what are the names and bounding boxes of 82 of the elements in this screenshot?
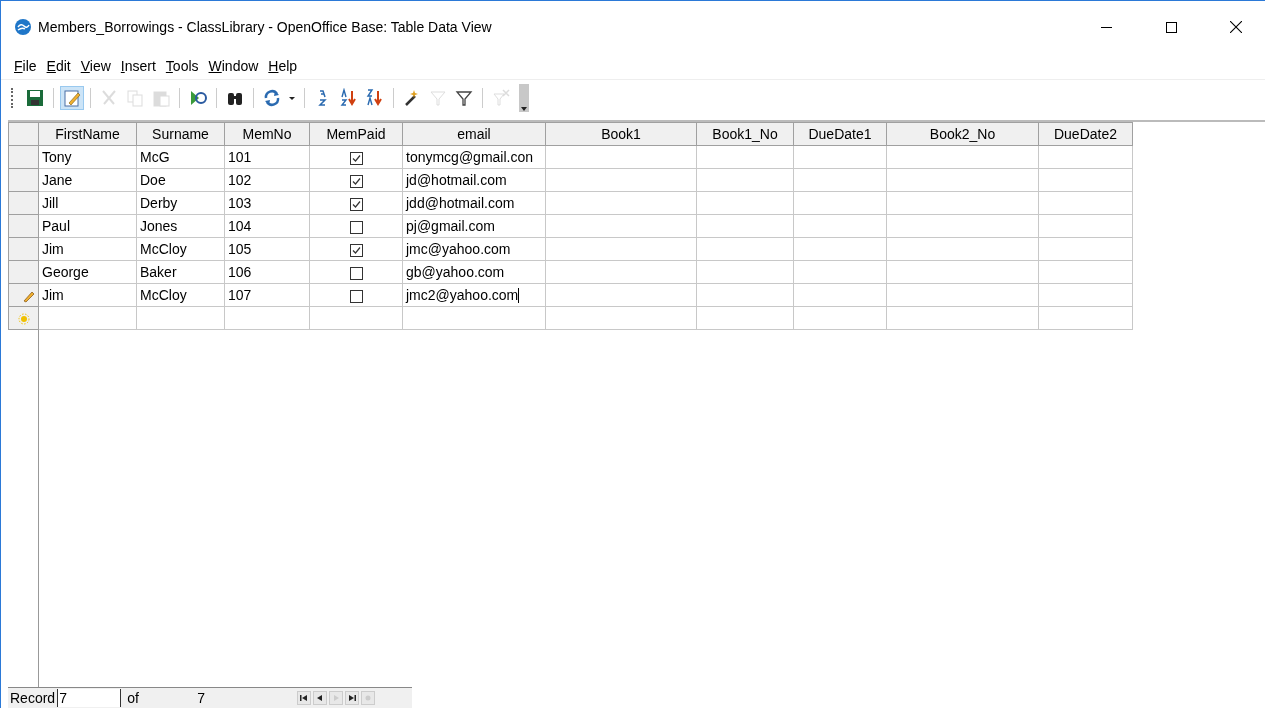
table-cell: 101 (224, 145, 310, 169)
play-arrow-icon (188, 88, 208, 108)
table-cell: jmc@yahoo.com (402, 237, 546, 261)
toolbar-overflow-button[interactable] (519, 84, 529, 112)
filter-icon (454, 88, 474, 108)
table-cell: jmc2@yahoo.com (402, 283, 546, 307)
table-cell: 103 (224, 191, 310, 215)
sort-descending-icon (365, 88, 385, 108)
nav-button[interactable] (313, 691, 328, 705)
clipboard-icon (151, 88, 171, 108)
column-header[interactable]: Book2_No (886, 122, 1039, 146)
table-cell: McCloy (136, 283, 225, 307)
checkbox[interactable] (349, 151, 363, 165)
checkbox[interactable] (349, 197, 363, 211)
table-cell: 107 (224, 283, 310, 307)
caret-icon (520, 106, 528, 112)
table-cell: McCloy (136, 237, 225, 261)
table-cell: 104 (224, 214, 310, 238)
table-cell: Paul (38, 214, 137, 238)
column-header[interactable]: DueDate1 (793, 122, 887, 146)
menu-item[interactable]: Insert (115, 58, 161, 74)
corner-header (8, 122, 39, 146)
caret-icon (289, 96, 295, 100)
table-cell: George (38, 260, 137, 284)
sun-icon (18, 313, 30, 326)
table-cell: Derby (136, 191, 225, 215)
table-cell: McG (136, 145, 225, 169)
column-header[interactable]: FirstName (38, 122, 137, 146)
menu-item[interactable]: View (75, 58, 116, 74)
column-header[interactable]: DueDate2 (1038, 122, 1133, 146)
record-count: 7 (196, 690, 206, 706)
minimize-icon (1100, 26, 1112, 28)
table-cell: Tony (38, 145, 137, 169)
app-logo-icon (15, 19, 31, 35)
table-cell: tonymcg@gmail.con (402, 145, 546, 169)
table-cell: 102 (224, 168, 310, 192)
table-cell: Doe (136, 168, 225, 192)
table-cell: pj@gmail.com (402, 214, 546, 238)
row-header[interactable] (8, 283, 39, 307)
table-cell: Jane (38, 168, 137, 192)
nav-button[interactable] (297, 691, 312, 705)
table-cell: Jim (38, 237, 137, 261)
table-cell: gb@yahoo.com (402, 260, 546, 284)
menu-item[interactable]: Edit (41, 58, 76, 74)
checkbox[interactable] (349, 220, 363, 234)
column-header[interactable]: MemPaid (309, 122, 403, 146)
table-cell: Jim (38, 283, 137, 307)
table-cell: Jill (38, 191, 137, 215)
record-field[interactable]: 7 (57, 689, 122, 707)
table-cell: Jones (136, 214, 225, 238)
column-header[interactable]: Book1_No (696, 122, 794, 146)
maximize-icon (1165, 21, 1177, 33)
column-header[interactable]: MemNo (224, 122, 310, 146)
record-label: Record (9, 690, 57, 706)
checkbox[interactable] (349, 266, 363, 280)
sort-ascending-icon (339, 88, 359, 108)
table-cell: 105 (224, 237, 310, 261)
close-icon (1230, 21, 1242, 33)
checkbox[interactable] (349, 243, 363, 257)
menu-item[interactable]: Window (203, 58, 264, 74)
column-header[interactable]: email (402, 122, 546, 146)
nav-button[interactable] (345, 691, 360, 705)
table-cell: jdd@hotmail.com (402, 191, 546, 215)
checkbox[interactable] (349, 174, 363, 188)
menu-item[interactable]: Help (263, 58, 303, 74)
pencil-icon (62, 88, 82, 108)
menu-item[interactable]: Tools (160, 58, 204, 74)
last-record-icon (346, 692, 359, 704)
copy-icon (125, 88, 145, 108)
checkbox[interactable] (349, 289, 363, 303)
save-icon (25, 88, 45, 108)
table-cell: 106 (224, 260, 310, 284)
table-cell: jd@hotmail.com (402, 168, 546, 192)
column-header[interactable]: Book1 (545, 122, 697, 146)
remove-filter-icon (491, 88, 511, 108)
table-cell: Baker (136, 260, 225, 284)
of-label: of (126, 690, 140, 706)
column-header[interactable]: Surname (136, 122, 225, 146)
menu-item[interactable]: File (9, 58, 42, 74)
window-title: Members_Borrowings - ClassLibrary - OpenOffice Base: Table Data View (38, 19, 493, 35)
pencil-icon (22, 289, 36, 304)
refresh-icon (262, 88, 282, 108)
